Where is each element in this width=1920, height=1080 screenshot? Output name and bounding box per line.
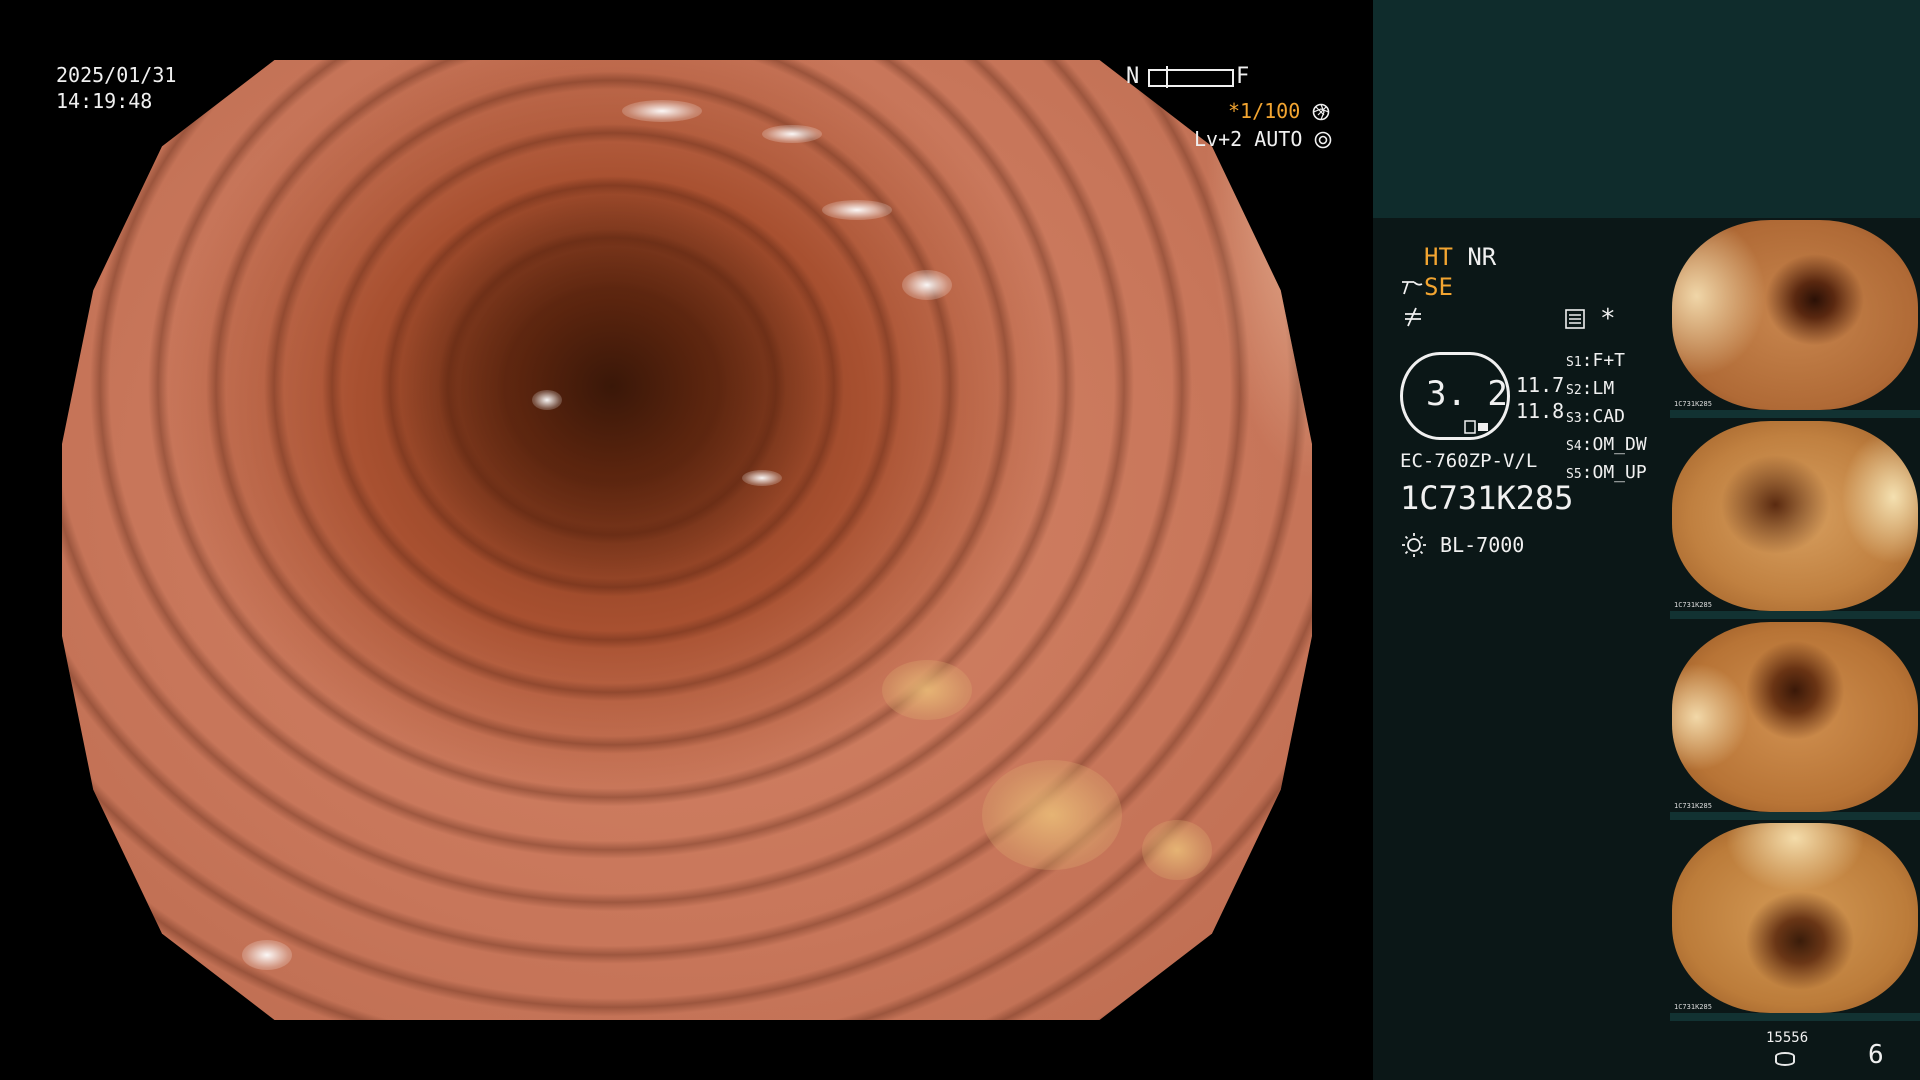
switch-row: S1:F+T [1566, 350, 1626, 371]
nr-label: NR [1467, 243, 1497, 271]
switch-row: S4:OM_DW [1566, 434, 1647, 455]
dial-marker-icon [1464, 420, 1488, 434]
focus-near-far-indicator: N F [1126, 64, 1250, 89]
enhance-mode: HT NR [1424, 244, 1496, 270]
thumbnail-caption: 1C731K285 [1674, 601, 1712, 609]
thumbnail-caption: 1C731K285 [1674, 1003, 1712, 1011]
specular-reflection [762, 125, 822, 143]
gear-icon [1315, 131, 1332, 149]
se-label: SE [1424, 273, 1453, 301]
osd-time: 14:19:48 [56, 89, 153, 113]
specular-reflection [242, 940, 292, 970]
thumbnail-caption: 1C731K285 [1674, 400, 1712, 408]
exposure-level: Lv+2 AUTO [1194, 126, 1332, 152]
reading-top: 11.7 [1516, 373, 1565, 397]
level-value: Lv+2 [1194, 127, 1243, 151]
thumbnail[interactable]: 1C731K285 [1670, 419, 1920, 619]
thumbnail-bar [1670, 611, 1920, 619]
ht-label: HT [1424, 243, 1453, 271]
osd-date: 2025/01/31 [56, 63, 177, 87]
specular-reflection [822, 200, 892, 220]
thumbnail-bar [1670, 410, 1920, 418]
residue-spot [1142, 820, 1212, 880]
switch-row: S2:LM [1566, 378, 1615, 399]
structure-enhancement: SE [1400, 274, 1453, 300]
zoom-value: 3. 2 [1426, 374, 1508, 414]
color-mode-icon [1405, 307, 1421, 327]
light-source-model: BL-7000 [1440, 533, 1525, 557]
storage-count: 15556 [1766, 1030, 1809, 1046]
scope-model: EC-760ZP-V/L [1400, 450, 1538, 472]
endoscope-view: 2025/01/31 14:19:48 N F *1/100 Lv+2 AUTO [0, 0, 1373, 1080]
switch-row: S3:CAD [1566, 406, 1626, 427]
focus-position-marker [1166, 66, 1168, 88]
residue-spot [982, 760, 1122, 870]
patient-info-area [1373, 0, 1920, 218]
switch-assignments: S1:F+T S2:LM S3:CAD S4:OM_DW S5:OM_UP [1566, 348, 1647, 488]
shutter-speed: *1/100 [1228, 98, 1330, 124]
reading-bottom: 11.8 [1516, 399, 1565, 423]
thumbnail[interactable]: 1C731K285 [1670, 620, 1920, 820]
far-label: F [1236, 64, 1250, 89]
specular-reflection [902, 270, 952, 300]
structure-enhance-icon [1402, 281, 1423, 295]
shutter-value: *1/100 [1228, 99, 1301, 123]
specular-reflection [742, 470, 782, 486]
iris-mode: AUTO [1254, 127, 1303, 151]
thumbnail-caption: 1C731K285 [1674, 802, 1712, 810]
thumbnail-image [1672, 823, 1918, 1013]
thumbnail-image [1672, 421, 1918, 611]
aperture-icon [1312, 103, 1330, 121]
thumbnail[interactable]: 1C731K285 [1670, 821, 1920, 1021]
thumbnail-image [1672, 220, 1918, 410]
endoscopic-live-image [62, 60, 1312, 1020]
captured-thumbnails: 1C731K285 1C731K285 1C731K285 1C731K285 [1670, 218, 1920, 1022]
scope-serial: 1C731K285 [1400, 479, 1574, 517]
thumbnail-bar [1670, 1013, 1920, 1021]
asterisk-indicator: * [1600, 304, 1616, 334]
database-icon [1775, 1052, 1795, 1066]
thumbnail-image [1672, 622, 1918, 812]
focus-bar [1148, 69, 1234, 87]
specular-reflection [622, 100, 702, 122]
switch-row: S5:OM_UP [1566, 462, 1647, 483]
image-count: 6 [1868, 1040, 1884, 1070]
light-source: BL-7000 [1400, 532, 1524, 558]
residue-spot [882, 660, 972, 720]
specular-reflection [532, 390, 562, 410]
near-label: N [1126, 64, 1140, 89]
lamp-icon [1402, 533, 1426, 557]
thumbnail-bar [1670, 812, 1920, 820]
menu-list-icon [1565, 309, 1585, 329]
thumbnail[interactable]: 1C731K285 [1670, 218, 1920, 418]
